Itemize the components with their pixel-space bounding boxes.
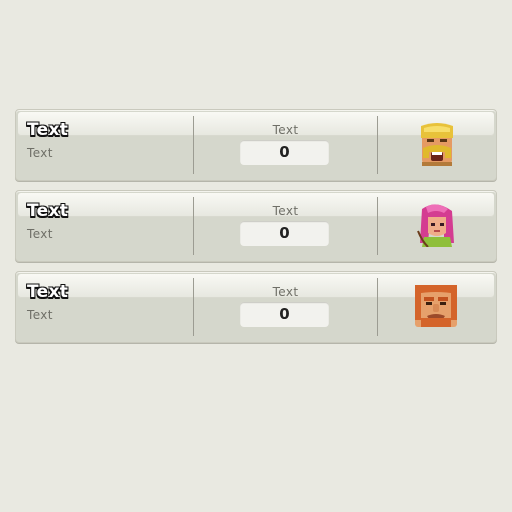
troop-list: Text Text Text 0 Text Text Text 0 Text T… — [15, 109, 497, 352]
column-divider — [377, 116, 378, 174]
giant-portrait-icon — [414, 284, 458, 328]
count-label: Text — [272, 204, 299, 218]
row-subtitle: Text — [27, 308, 53, 322]
row-subtitle: Text — [27, 146, 53, 160]
barbarian-portrait-icon — [414, 122, 458, 166]
count-value[interactable]: 0 — [240, 302, 329, 327]
row-title: Text — [27, 120, 69, 140]
troop-row[interactable]: Text Text Text 0 — [15, 109, 497, 181]
row-title: Text — [27, 201, 69, 221]
count-label: Text — [272, 123, 299, 137]
troop-row[interactable]: Text Text Text 0 — [15, 190, 497, 262]
troop-row[interactable]: Text Text Text 0 — [15, 271, 497, 343]
count-value[interactable]: 0 — [240, 221, 329, 246]
count-label: Text — [272, 285, 299, 299]
archer-portrait-icon — [414, 203, 458, 247]
row-subtitle: Text — [27, 227, 53, 241]
row-title: Text — [27, 282, 69, 302]
column-divider — [377, 278, 378, 336]
column-divider — [377, 197, 378, 255]
count-value[interactable]: 0 — [240, 140, 329, 165]
